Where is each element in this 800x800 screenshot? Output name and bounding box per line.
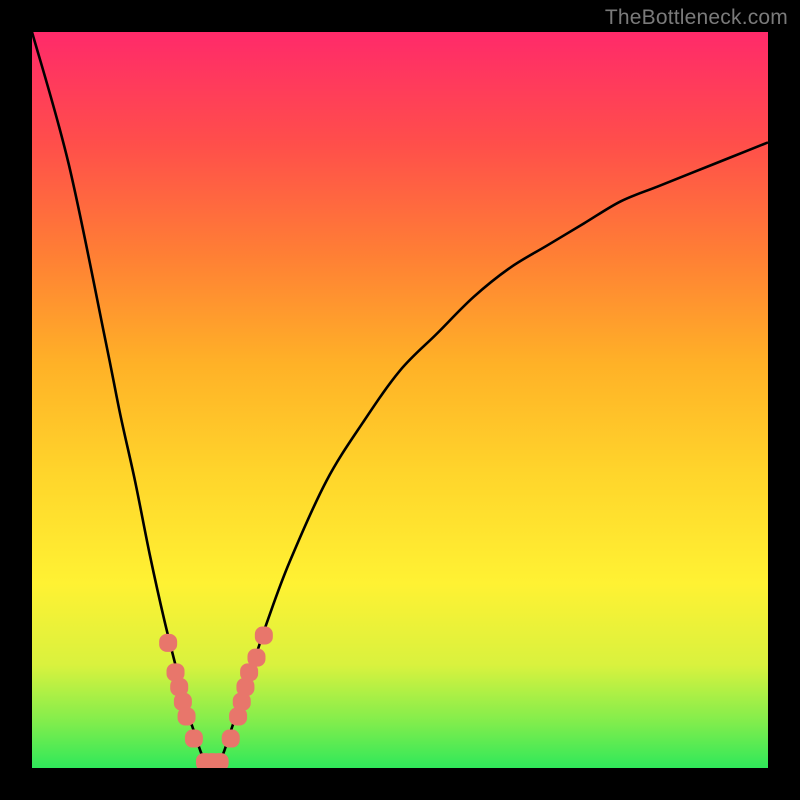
data-marker: [255, 627, 273, 645]
data-marker: [247, 649, 265, 667]
data-marker: [159, 634, 177, 652]
curve-layer: [32, 32, 768, 768]
data-marker: [185, 730, 203, 748]
plot-area: [32, 32, 768, 768]
data-marker: [222, 730, 240, 748]
data-marker: [178, 707, 196, 725]
watermark-text: TheBottleneck.com: [605, 6, 788, 30]
bottleneck-curve: [32, 32, 768, 768]
chart-frame: TheBottleneck.com: [0, 0, 800, 800]
markers-group: [159, 627, 273, 768]
data-marker: [211, 753, 229, 768]
